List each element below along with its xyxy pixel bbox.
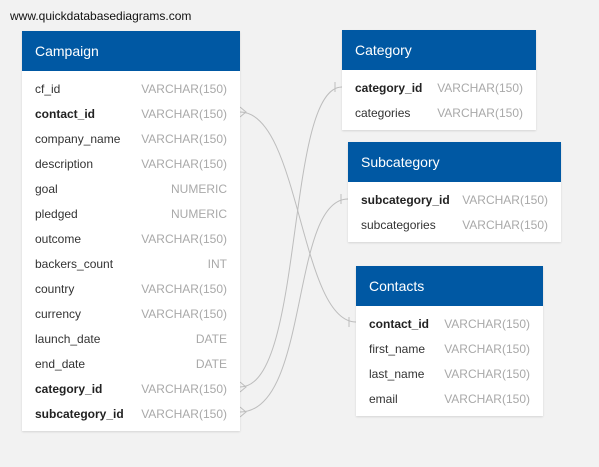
- column-row-subcategories[interactable]: subcategories VARCHAR(150): [348, 212, 561, 237]
- table-header[interactable]: Contacts: [356, 266, 543, 306]
- column-name: subcategory_id: [361, 192, 450, 207]
- table-header[interactable]: Subcategory: [348, 142, 561, 182]
- column-row-outcome[interactable]: outcome VARCHAR(150): [22, 226, 240, 251]
- table-campaign[interactable]: Campaign cf_id VARCHAR(150) contact_id VARC…: [22, 31, 240, 431]
- column-name: company_name: [35, 131, 121, 146]
- column-type: NUMERIC: [171, 206, 227, 221]
- column-name: cf_id: [35, 81, 61, 96]
- column-type: VARCHAR(150): [444, 341, 530, 356]
- column-type: NUMERIC: [171, 181, 227, 196]
- column-name: subcategories: [361, 217, 436, 232]
- column-name: launch_date: [35, 331, 101, 346]
- column-name: email: [369, 391, 398, 406]
- column-name: backers_count: [35, 256, 114, 271]
- column-type: VARCHAR(150): [444, 366, 530, 381]
- site-label[interactable]: www.quickdatabasediagrams.com: [10, 9, 191, 23]
- column-row-email[interactable]: email VARCHAR(150): [356, 386, 543, 411]
- relationship-line-contact: [239, 111, 357, 323]
- column-row-subcategory-id[interactable]: subcategory_id VARCHAR(150): [348, 187, 561, 212]
- column-row-country[interactable]: country VARCHAR(150): [22, 276, 240, 301]
- column-name: categories: [355, 105, 411, 120]
- column-row-description[interactable]: description VARCHAR(150): [22, 151, 240, 176]
- table-category[interactable]: Category category_id VARCHAR(150) categori…: [342, 30, 536, 130]
- column-name: first_name: [369, 341, 426, 356]
- column-type: VARCHAR(150): [141, 406, 227, 421]
- relationship-line-category: [239, 86, 343, 388]
- column-type: VARCHAR(150): [437, 105, 523, 120]
- table-columns: subcategory_id VARCHAR(150) subcategories V…: [348, 182, 561, 242]
- column-row-cf-id[interactable]: cf_id VARCHAR(150): [22, 76, 240, 101]
- table-columns: cf_id VARCHAR(150) contact_id VARCHAR(150) c…: [22, 71, 240, 431]
- column-row-categories[interactable]: categories VARCHAR(150): [342, 100, 536, 125]
- column-name: country: [35, 281, 75, 296]
- many-marker-contact: [239, 106, 247, 118]
- column-name: last_name: [369, 366, 425, 381]
- column-row-first-name[interactable]: first_name VARCHAR(150): [356, 336, 543, 361]
- column-row-category-id[interactable]: category_id VARCHAR(150): [22, 376, 240, 401]
- column-type: VARCHAR(150): [141, 306, 227, 321]
- relationship-line-subcategory: [239, 198, 349, 413]
- column-row-launch-date[interactable]: launch_date DATE: [22, 326, 240, 351]
- column-row-contact-id[interactable]: contact_id VARCHAR(150): [22, 101, 240, 126]
- column-row-goal[interactable]: goal NUMERIC: [22, 176, 240, 201]
- column-name: currency: [35, 306, 82, 321]
- column-name: category_id: [35, 381, 103, 396]
- column-type: VARCHAR(150): [437, 80, 523, 95]
- column-type: VARCHAR(150): [141, 81, 227, 96]
- column-type: INT: [207, 256, 227, 271]
- column-name: pledged: [35, 206, 78, 221]
- column-name: contact_id: [35, 106, 96, 121]
- column-row-backers-count[interactable]: backers_count INT: [22, 251, 240, 276]
- column-row-last-name[interactable]: last_name VARCHAR(150): [356, 361, 543, 386]
- column-name: outcome: [35, 231, 82, 246]
- column-type: VARCHAR(150): [462, 192, 548, 207]
- column-type: VARCHAR(150): [141, 106, 227, 121]
- column-row-category-id[interactable]: category_id VARCHAR(150): [342, 75, 536, 100]
- column-type: VARCHAR(150): [141, 156, 227, 171]
- column-type: VARCHAR(150): [462, 217, 548, 232]
- table-header[interactable]: Category: [342, 30, 536, 70]
- column-type: VARCHAR(150): [141, 131, 227, 146]
- column-row-currency[interactable]: currency VARCHAR(150): [22, 301, 240, 326]
- column-type: VARCHAR(150): [444, 391, 530, 406]
- column-row-pledged[interactable]: pledged NUMERIC: [22, 201, 240, 226]
- column-type: VARCHAR(150): [141, 281, 227, 296]
- column-type: VARCHAR(150): [141, 381, 227, 396]
- column-type: VARCHAR(150): [444, 316, 530, 331]
- column-name: subcategory_id: [35, 406, 124, 421]
- column-name: end_date: [35, 356, 86, 371]
- many-marker-subcategory: [239, 406, 247, 418]
- column-row-contact-id[interactable]: contact_id VARCHAR(150): [356, 311, 543, 336]
- column-name: goal: [35, 181, 58, 196]
- table-header[interactable]: Campaign: [22, 31, 240, 71]
- column-name: description: [35, 156, 94, 171]
- column-row-subcategory-id[interactable]: subcategory_id VARCHAR(150): [22, 401, 240, 426]
- many-marker-category: [239, 381, 247, 393]
- table-contacts[interactable]: Contacts contact_id VARCHAR(150) first_nam…: [356, 266, 543, 416]
- column-name: category_id: [355, 80, 423, 95]
- table-columns: category_id VARCHAR(150) categories VARCHAR…: [342, 70, 536, 130]
- column-row-end-date[interactable]: end_date DATE: [22, 351, 240, 376]
- column-type: DATE: [195, 356, 227, 371]
- table-subcategory[interactable]: Subcategory subcategory_id VARCHAR(150) su…: [348, 142, 561, 242]
- column-type: VARCHAR(150): [141, 231, 227, 246]
- column-type: DATE: [195, 331, 227, 346]
- column-name: contact_id: [369, 316, 430, 331]
- column-row-company-name[interactable]: company_name VARCHAR(150): [22, 126, 240, 151]
- table-columns: contact_id VARCHAR(150) first_name VARCHAR(…: [356, 306, 543, 416]
